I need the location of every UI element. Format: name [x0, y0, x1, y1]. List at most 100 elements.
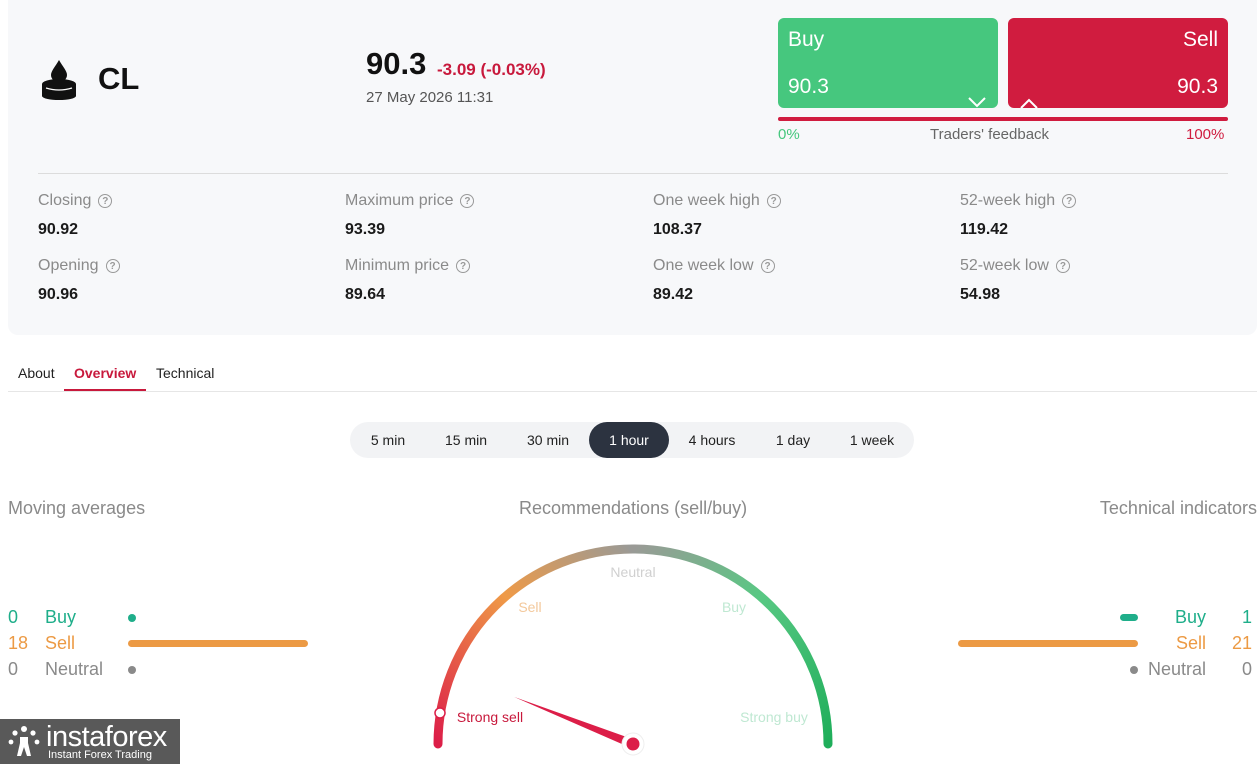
traders-feedback-bar: [778, 117, 1228, 121]
ti-row-neutral: Neutral 0: [1132, 659, 1252, 681]
tab-about[interactable]: About: [18, 365, 55, 381]
stat-value: 90.96: [38, 286, 79, 303]
chevron-down-icon: [968, 97, 986, 108]
sell-price: 90.3: [1177, 75, 1218, 98]
gauge-needle: [513, 696, 635, 749]
sell-button[interactable]: Sell 90.3: [1008, 18, 1228, 109]
technical-indicators-title: Technical indicators: [1099, 498, 1257, 518]
stat-maximum-price: Maximum price? 93.39: [345, 192, 625, 239]
stat-value: 89.64: [345, 286, 386, 303]
instaforex-watermark: instaforex Instant Forex Trading: [0, 719, 180, 764]
price-timestamp: 27 May 2026 11:31: [366, 89, 494, 106]
gauge-label-buy: Buy: [722, 599, 746, 615]
price-change: -3.09 (-0.03%): [437, 60, 546, 79]
stat-value: 89.42: [653, 286, 694, 303]
recommendation-gauge: Neutral Sell Buy Strong sell Strong buy: [433, 544, 833, 756]
ti-buy-count: 1: [1241, 607, 1252, 627]
stat-minimum-price: Minimum price? 89.64: [345, 257, 625, 304]
ma-sell-label: Sell: [45, 633, 76, 653]
gauge-label-strong-sell: Strong sell: [457, 709, 523, 725]
section-tabs: About Overview Technical: [8, 358, 1257, 392]
stat-52-week-low: 52-week low? 54.98: [960, 257, 1240, 304]
ti-buy-bar: [1120, 614, 1138, 621]
instaforex-logo-icon: [8, 726, 40, 756]
stat-closing: Closing? 90.92: [38, 192, 318, 239]
ti-row-sell: Sell 21: [1132, 633, 1252, 655]
help-icon[interactable]: ?: [760, 259, 775, 273]
stat-opening: Opening? 90.96: [38, 257, 318, 304]
ma-bars: [128, 614, 308, 674]
ti-neutral-label: Neutral: [1147, 659, 1206, 679]
feedback-label: Traders' feedback: [930, 126, 1050, 143]
stat-one-week-high: One week high? 108.37: [653, 192, 933, 239]
buy-label: Buy: [788, 28, 825, 51]
stat-value: 93.39: [345, 221, 386, 238]
ti-neutral-count: 0: [1241, 659, 1252, 679]
ti-buy-label: Buy: [1174, 607, 1206, 627]
stat-label: Maximum price: [345, 192, 454, 209]
gauge-label-neutral: Neutral: [610, 564, 655, 580]
tab-overview[interactable]: Overview: [74, 365, 136, 381]
stat-label: 52-week low: [960, 257, 1049, 274]
stat-value: 54.98: [960, 286, 1001, 303]
tab-technical[interactable]: Technical: [156, 365, 214, 381]
gauge-hub-dot: [626, 737, 640, 751]
feedback-buy-percent: 0%: [778, 126, 800, 143]
stat-label: Minimum price: [345, 257, 450, 274]
ti-row-buy: Buy 1: [1132, 607, 1252, 629]
period-15-min[interactable]: 15 min: [428, 422, 504, 458]
active-tab-indicator: [64, 389, 146, 391]
ma-buy-bar: [128, 614, 136, 622]
buy-button[interactable]: Buy 90.3: [778, 18, 998, 108]
oil-drop-icon: [42, 60, 76, 100]
help-icon[interactable]: ?: [98, 194, 113, 208]
recommendations-title: Recommendations (sell/buy): [519, 498, 748, 518]
help-icon[interactable]: ?: [1055, 259, 1070, 273]
ti-bars: [958, 614, 1138, 674]
ma-sell-count: 18: [8, 633, 29, 653]
gauge-marker: [434, 707, 446, 719]
chevron-up-icon: [1020, 98, 1038, 109]
stat-label: Closing: [38, 192, 92, 209]
moving-averages-title: Moving averages: [8, 498, 146, 518]
stat-label: One week high: [653, 192, 760, 209]
ma-neutral-count: 0: [8, 659, 19, 679]
gauge-label-sell: Sell: [518, 599, 541, 615]
period-1-hour[interactable]: 1 hour: [589, 422, 669, 458]
stat-one-week-low: One week low? 89.42: [653, 257, 933, 304]
current-price: 90.3: [366, 46, 427, 81]
instrument-symbol: CL: [98, 61, 140, 96]
stat-label: One week low: [653, 257, 754, 274]
period-1-week[interactable]: 1 week: [836, 422, 908, 458]
help-icon[interactable]: ?: [456, 259, 471, 273]
stat-value: 119.42: [960, 221, 1009, 238]
stat-label: 52-week high: [960, 192, 1056, 209]
watermark-tagline: Instant Forex Trading: [48, 749, 152, 761]
ma-buy-label: Buy: [45, 607, 77, 627]
help-icon[interactable]: ?: [1062, 194, 1077, 208]
stats-divider: [38, 173, 1228, 174]
help-icon[interactable]: ?: [460, 194, 475, 208]
ti-sell-count: 21: [1231, 633, 1252, 653]
stat-52-week-high: 52-week high? 119.42: [960, 192, 1240, 239]
ti-sell-label: Sell: [1175, 633, 1206, 653]
sell-label: Sell: [1182, 28, 1218, 51]
period-4-hours[interactable]: 4 hours: [676, 422, 748, 458]
stat-label: Opening: [38, 257, 99, 274]
feedback-sell-percent: 100%: [1186, 126, 1225, 143]
period-1-day[interactable]: 1 day: [760, 422, 826, 458]
gauge-label-strong-buy: Strong buy: [740, 709, 808, 725]
period-30-min[interactable]: 30 min: [510, 422, 586, 458]
buy-price: 90.3: [788, 75, 829, 98]
help-icon[interactable]: ?: [766, 194, 781, 208]
ti-sell-bar: [958, 640, 1138, 647]
help-icon[interactable]: ?: [105, 259, 120, 273]
stat-value: 108.37: [653, 221, 702, 238]
ti-neutral-bar: [1130, 666, 1138, 674]
period-selector: 5 min 15 min 30 min 1 hour 4 hours 1 day…: [350, 422, 914, 458]
ma-neutral-bar: [128, 666, 136, 674]
ma-neutral-label: Neutral: [45, 659, 104, 679]
ma-sell-bar: [128, 640, 308, 647]
stat-value: 90.92: [38, 221, 79, 238]
period-5-min[interactable]: 5 min: [356, 422, 420, 458]
